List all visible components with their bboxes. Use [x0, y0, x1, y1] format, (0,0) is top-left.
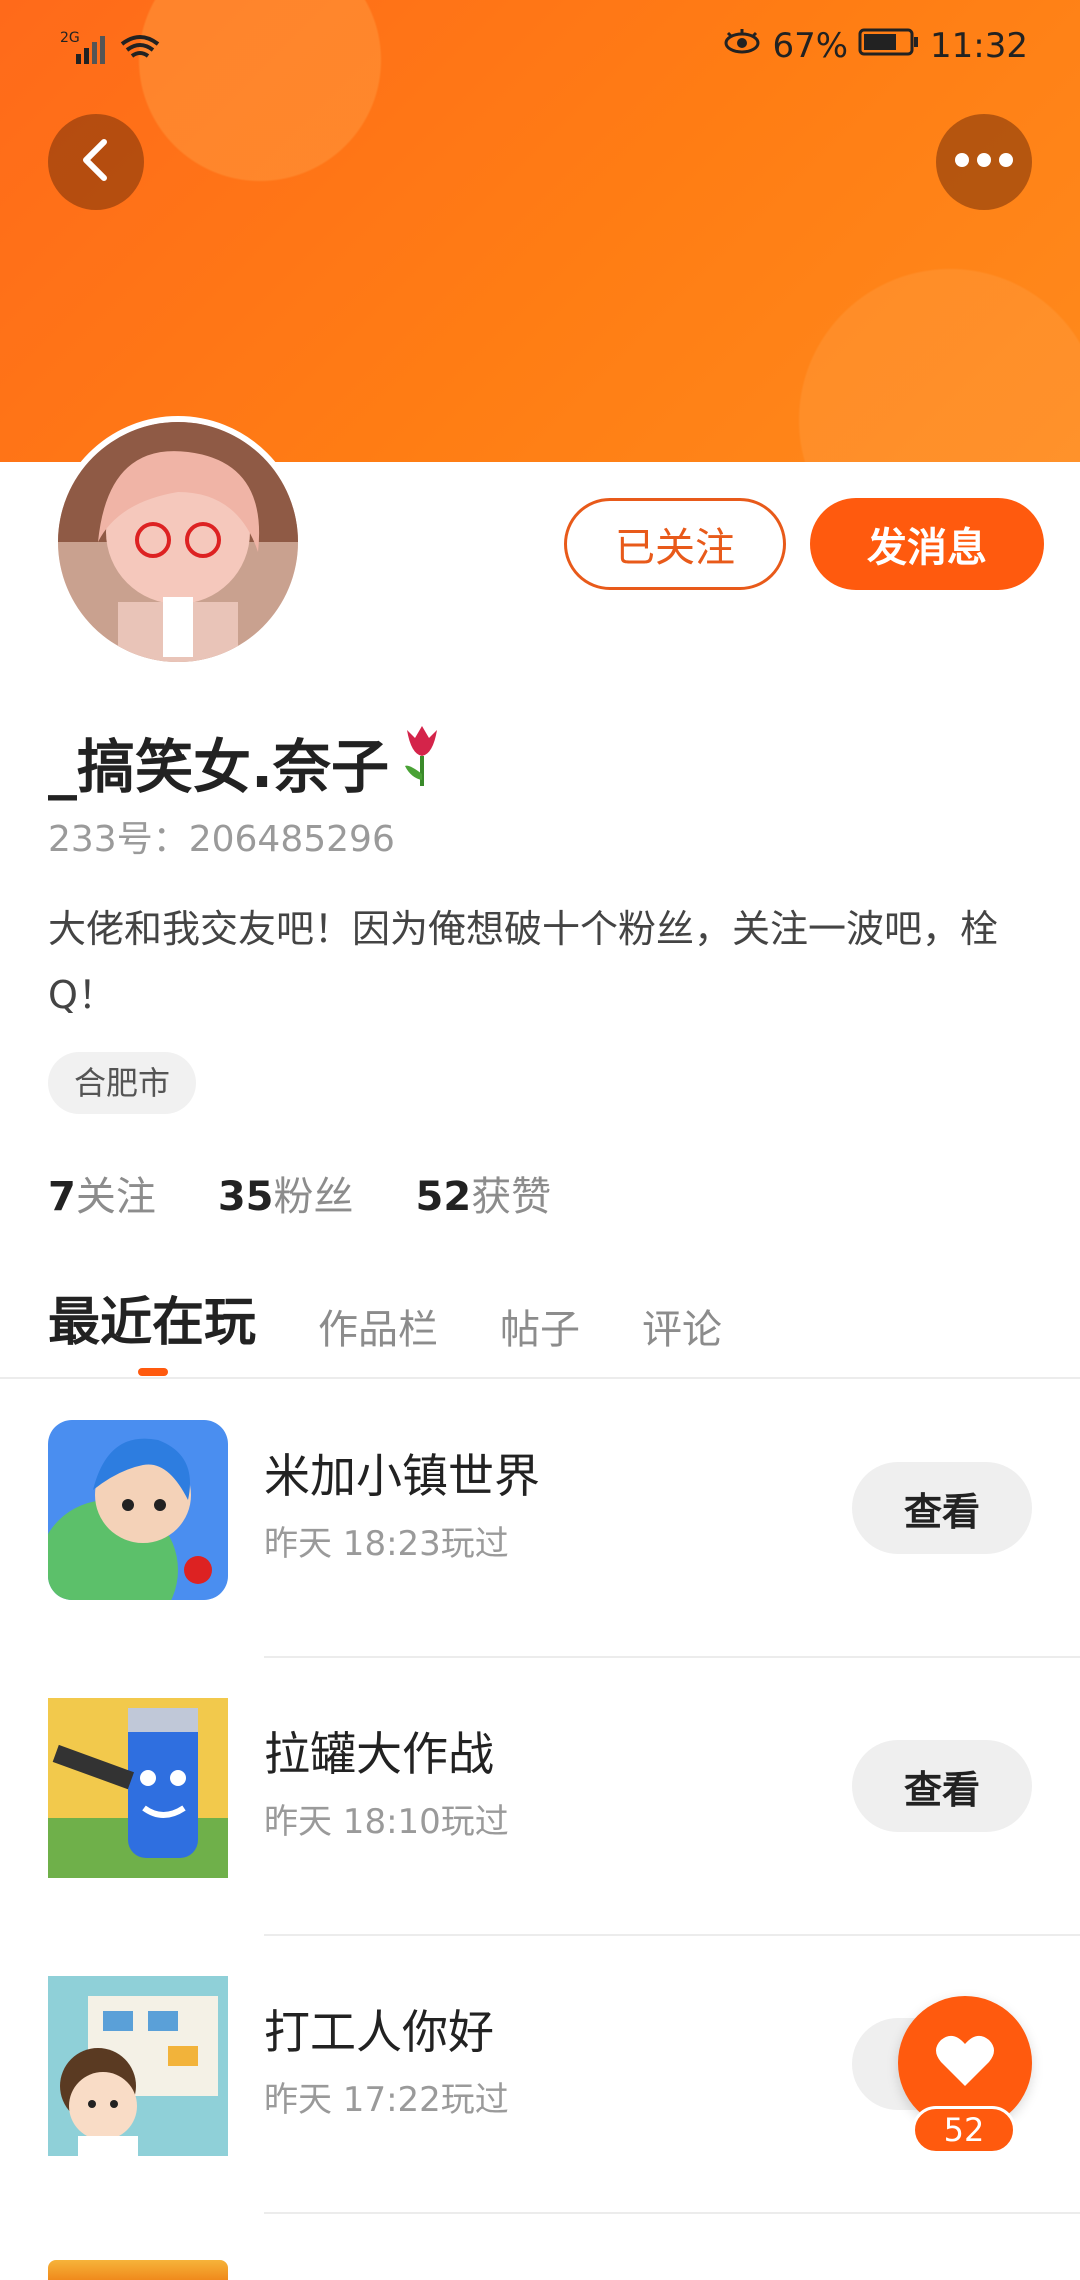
played-time: 昨天 18:23玩过 [264, 1524, 509, 1564]
status-bar: 2G 67% 11:32 [0, 22, 1080, 72]
list-item[interactable]: 米加小镇世界 昨天 18:23玩过 查看 [0, 1380, 1080, 1658]
view-button[interactable]: 查看 [852, 1740, 1032, 1832]
more-dots-icon [954, 152, 1014, 172]
stat-count: 52 [415, 1174, 472, 1220]
played-time: 昨天 18:10玩过 [264, 1802, 509, 1842]
stat-label: 粉丝 [273, 1174, 354, 1220]
like-count-badge: 52 [912, 2106, 1016, 2154]
tab-comments[interactable]: 评论 [642, 1297, 722, 1355]
clock: 11:32 [930, 26, 1028, 66]
tab-recently-played[interactable]: 最近在玩 [48, 1280, 256, 1355]
following-button[interactable]: 已关注 [564, 498, 786, 590]
divider [264, 2212, 1080, 2214]
list-item[interactable]: 拉罐大作战 昨天 18:10玩过 查看 [0, 1658, 1080, 1936]
bio: 大佬和我交友吧！因为俺想破十个粉丝，关注一波吧，栓Q！ [48, 907, 999, 1017]
battery-percent: 67% [772, 26, 849, 66]
stat-label: 获赞 [471, 1174, 552, 1220]
game-icon [48, 2260, 228, 2280]
tab-indicator [138, 1368, 168, 1376]
more-button[interactable] [936, 114, 1032, 210]
played-time: 昨天 17:22玩过 [264, 2080, 509, 2120]
game-title: 拉罐大作战 [264, 1727, 494, 1781]
game-icon [48, 1420, 228, 1600]
signal-icon: 2G [60, 28, 170, 77]
avatar[interactable] [52, 416, 304, 668]
tab-posts[interactable]: 帖子 [500, 1297, 580, 1355]
profile-stats: 7关注 35粉丝 52获赞 [48, 1164, 551, 1222]
divider [0, 1377, 1080, 1379]
heart-icon [935, 2034, 995, 2092]
tab-bar: 最近在玩 作品栏 帖子 评论 [48, 1280, 722, 1355]
view-button[interactable]: 查看 [852, 1462, 1032, 1554]
tulip-icon [397, 720, 447, 804]
stat-count: 35 [217, 1174, 274, 1220]
stat-count: 7 [48, 1174, 76, 1220]
send-message-button[interactable]: 发消息 [810, 498, 1044, 590]
chevron-left-icon [76, 136, 116, 188]
back-button[interactable] [48, 114, 144, 210]
location-tag: 合肥市 [48, 1052, 197, 1114]
svg-text:2G: 2G [60, 30, 80, 46]
eye-care-icon [722, 26, 762, 66]
game-title: 打工人你好 [264, 2005, 494, 2059]
game-title: 米加小镇世界 [264, 1449, 540, 1503]
profile-name: _搞笑女.奈子 [48, 720, 447, 804]
following-stat[interactable]: 7关注 [48, 1164, 156, 1222]
user-id: 233号：206485296 [48, 819, 395, 860]
game-icon [48, 1976, 228, 2156]
battery-icon [858, 26, 920, 66]
likes-stat[interactable]: 52获赞 [416, 1164, 552, 1222]
fans-stat[interactable]: 35粉丝 [218, 1164, 354, 1222]
profile-name-text: _搞笑女.奈子 [48, 733, 390, 801]
game-icon [48, 1698, 228, 1878]
tab-works[interactable]: 作品栏 [318, 1297, 438, 1355]
stat-label: 关注 [75, 1174, 156, 1220]
